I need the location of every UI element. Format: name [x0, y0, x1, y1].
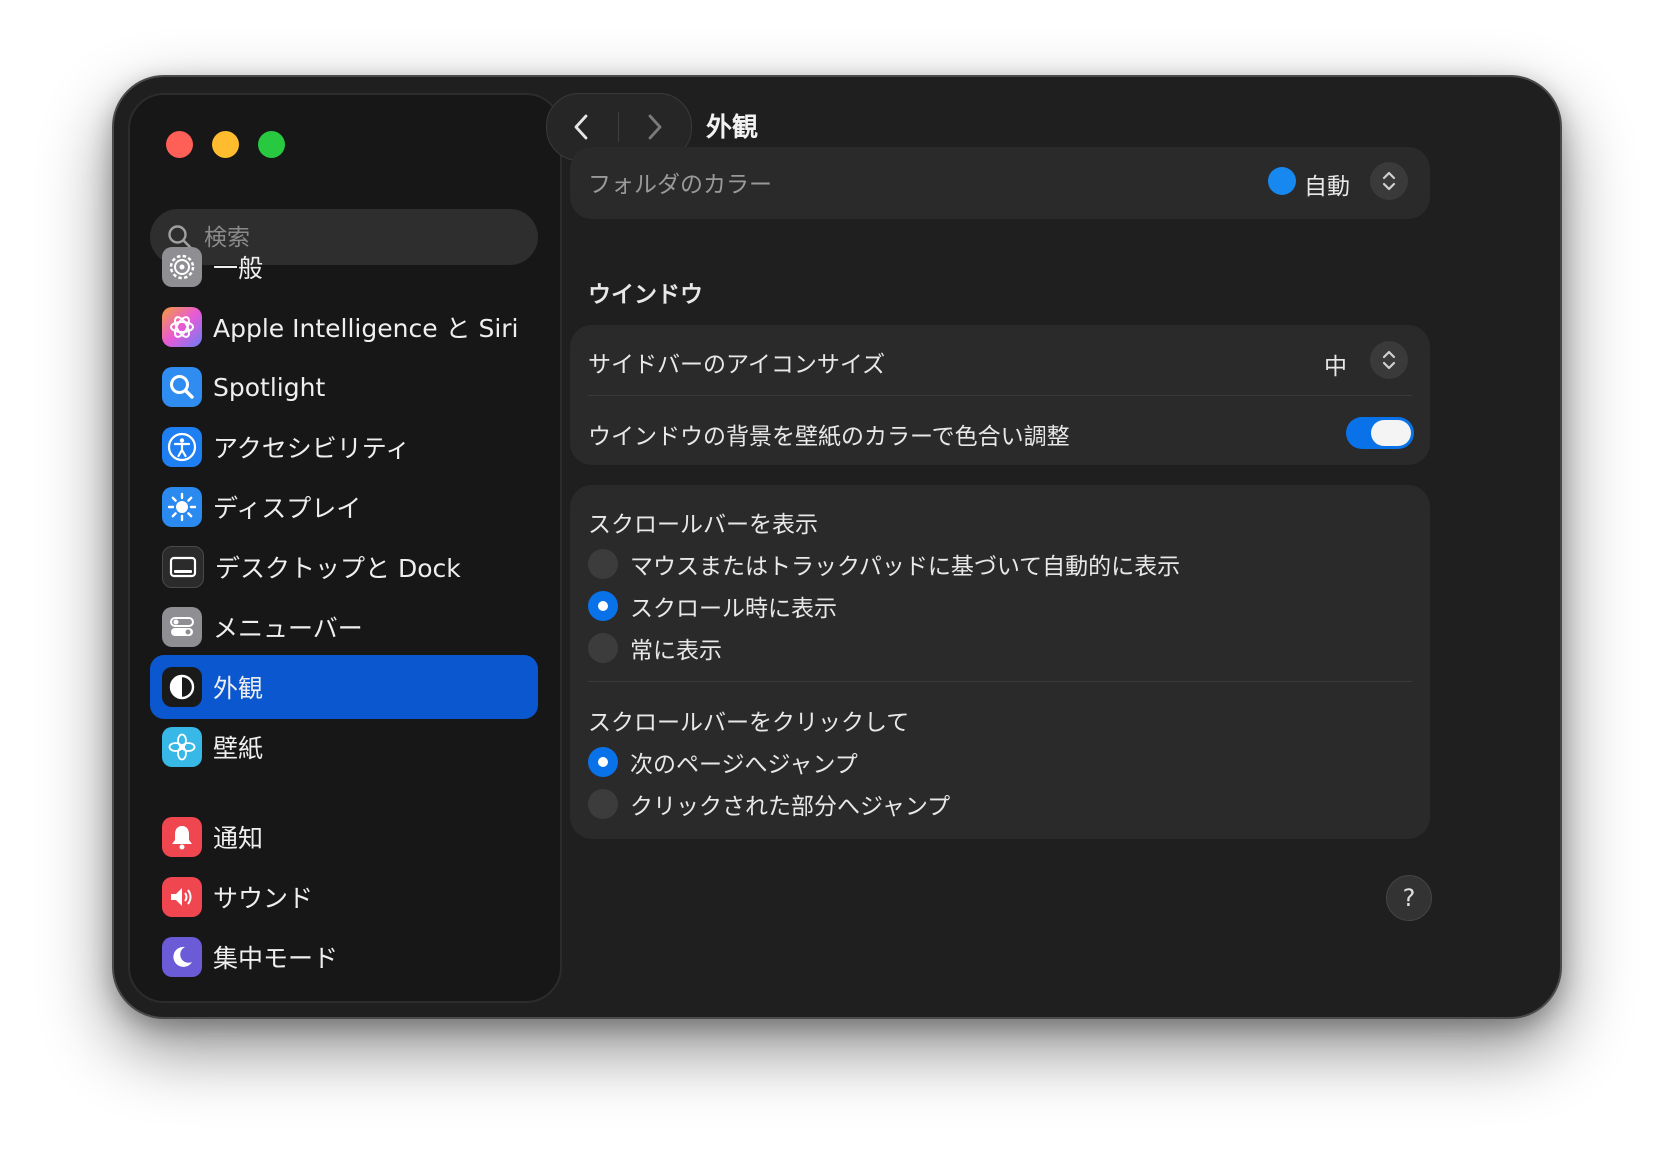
- sidebar-icon-size-stepper[interactable]: [1370, 341, 1408, 379]
- radio-option-when-scrolling[interactable]: スクロール時に表示: [588, 589, 837, 623]
- flower-icon: [162, 727, 202, 767]
- sidebar-item-apple-intelligence-siri[interactable]: Apple Intelligence と Siri: [150, 295, 538, 359]
- show-scrollbars-title: スクロールバーを表示: [588, 512, 818, 538]
- wallpaper-tint-toggle[interactable]: [1346, 417, 1414, 449]
- moon-icon: [162, 937, 202, 977]
- sidebar-item-spotlight[interactable]: Spotlight: [150, 355, 538, 419]
- row-divider: [588, 395, 1412, 396]
- sidebar-item-label: Spotlight: [213, 372, 326, 402]
- sidebar-item-label: 壁紙: [213, 734, 264, 763]
- folder-color-label: フォルダのカラー: [588, 172, 772, 198]
- settings-window: 一般 Apple Intelligence と Siri: [112, 75, 1562, 1019]
- speaker-icon: [162, 877, 202, 917]
- radio-option-automatic[interactable]: マウスまたはトラックパッドに基づいて自動的に表示: [588, 547, 1180, 581]
- radio-option-clicked-spot[interactable]: クリックされた部分へジャンプ: [588, 787, 950, 821]
- sidebar-item-focus[interactable]: 集中モード: [150, 925, 538, 989]
- section-divider: [588, 681, 1412, 682]
- sidebar-item-label: ディスプレイ: [213, 494, 362, 523]
- magnifier-icon: [162, 367, 202, 407]
- sidebar-item-sound[interactable]: サウンド: [150, 865, 538, 929]
- menubar-toggle-icon: [162, 607, 202, 647]
- sun-icon: [162, 487, 202, 527]
- radio-button[interactable]: [588, 591, 618, 621]
- sidebar: 一般 Apple Intelligence と Siri: [128, 93, 562, 1003]
- toggle-knob: [1371, 420, 1411, 446]
- sidebar-item-label: 一般: [213, 254, 264, 283]
- sidebar-list: 一般 Apple Intelligence と Siri Spotlight ア…: [130, 247, 560, 1001]
- radio-option-always[interactable]: 常に表示: [588, 631, 722, 665]
- sidebar-item-desktop-dock[interactable]: デスクトップと Dock: [150, 535, 538, 599]
- chevron-right-icon: [648, 114, 662, 140]
- folder-color-card: フォルダのカラー 自動: [570, 147, 1430, 219]
- sidebar-item-label: 外観: [213, 674, 264, 703]
- dock-icon: [162, 546, 204, 588]
- sidebar-item-label: サウンド: [213, 884, 314, 913]
- sidebar-item-displays[interactable]: ディスプレイ: [150, 475, 538, 539]
- radio-button[interactable]: [588, 789, 618, 819]
- wallpaper-tint-label: ウインドウの背景を壁紙のカラーで色合い調整: [588, 424, 1070, 450]
- sidebar-item-accessibility[interactable]: アクセシビリティ: [150, 415, 538, 479]
- window-settings-card: サイドバーのアイコンサイズ 中 ウインドウの背景を壁紙のカラーで色合い調整: [570, 325, 1430, 465]
- sidebar-item-label: 通知: [213, 824, 264, 853]
- apple-intelligence-icon: [162, 307, 202, 347]
- help-button[interactable]: ?: [1386, 875, 1432, 921]
- radio-label: 常に表示: [630, 638, 722, 664]
- sidebar-item-wallpaper[interactable]: 壁紙: [150, 715, 538, 779]
- up-down-chevron-icon: [1382, 171, 1396, 191]
- folder-color-stepper[interactable]: [1370, 162, 1408, 200]
- window-section-title: ウインドウ: [588, 282, 703, 308]
- sidebar-item-appearance[interactable]: 外観: [150, 655, 538, 719]
- sidebar-item-label: 集中モード: [213, 944, 339, 973]
- bell-icon: [162, 817, 202, 857]
- close-window-button[interactable]: [166, 131, 193, 158]
- sidebar-item-general[interactable]: 一般: [150, 235, 538, 299]
- page-title: 外観: [706, 113, 759, 143]
- appearance-icon: [162, 667, 202, 707]
- gear-icon: [162, 247, 202, 287]
- radio-button[interactable]: [588, 747, 618, 777]
- up-down-chevron-icon: [1382, 350, 1396, 370]
- radio-button[interactable]: [588, 549, 618, 579]
- minimize-window-button[interactable]: [212, 131, 239, 158]
- click-scrollbar-title: スクロールバーをクリックして: [588, 710, 910, 736]
- sidebar-item-menu-bar[interactable]: メニューバー: [150, 595, 538, 659]
- radio-button[interactable]: [588, 633, 618, 663]
- radio-label: 次のページへジャンプ: [630, 752, 858, 778]
- folder-color-value: 自動: [1304, 174, 1350, 200]
- sidebar-icon-size-label: サイドバーのアイコンサイズ: [588, 352, 886, 378]
- sidebar-item-notifications[interactable]: 通知: [150, 805, 538, 869]
- sidebar-item-label: デスクトップと Dock: [215, 554, 461, 583]
- radio-label: スクロール時に表示: [630, 596, 837, 622]
- sidebar-item-label: アクセシビリティ: [213, 434, 411, 463]
- scrollbar-settings-card: スクロールバーを表示 マウスまたはトラックパッドに基づいて自動的に表示 スクロー…: [570, 485, 1430, 839]
- accessibility-icon: [162, 427, 202, 467]
- zoom-window-button[interactable]: [258, 131, 285, 158]
- sidebar-item-label: Apple Intelligence と Siri: [213, 314, 519, 343]
- folder-color-swatch: [1268, 167, 1296, 195]
- sidebar-icon-size-value: 中: [1324, 354, 1347, 380]
- chevron-left-icon: [574, 114, 588, 140]
- radio-label: マウスまたはトラックパッドに基づいて自動的に表示: [630, 554, 1181, 580]
- sidebar-item-label: メニューバー: [213, 614, 363, 643]
- radio-option-next-page[interactable]: 次のページへジャンプ: [588, 745, 858, 779]
- main-content: 外観 フォルダのカラー 自動 ウインドウ サイドバーのアイコンサイズ 中 ウイン…: [546, 77, 1560, 1017]
- radio-label: クリックされた部分へジャンプ: [630, 794, 951, 820]
